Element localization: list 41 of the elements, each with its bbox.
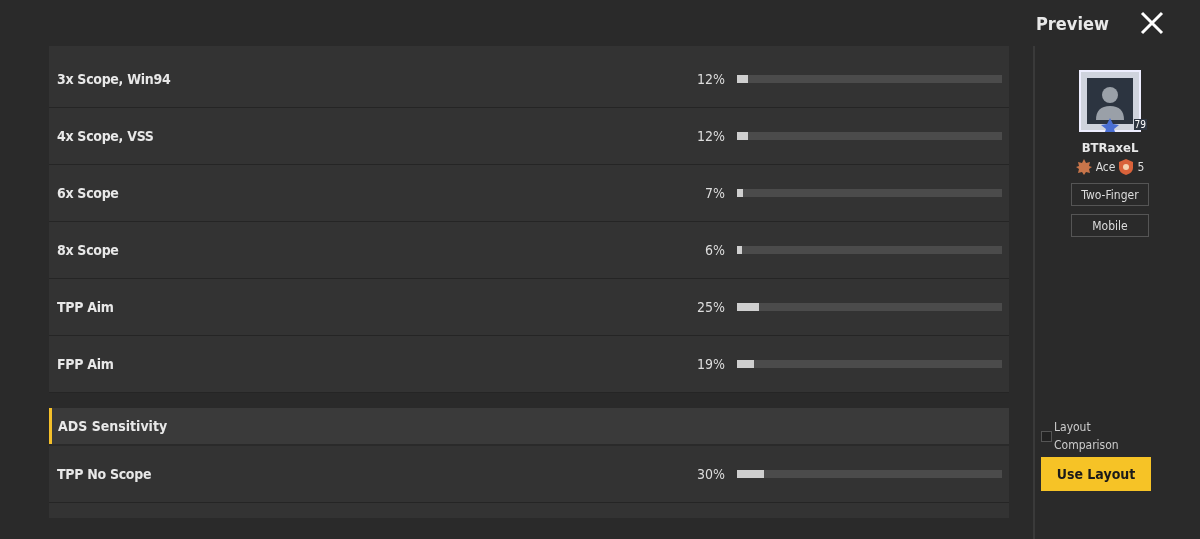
slider-track[interactable] — [737, 246, 1002, 254]
panel-title: Preview — [1036, 12, 1109, 34]
slider-track[interactable] — [737, 303, 1002, 311]
player-name: BTRaxeL — [1081, 140, 1139, 155]
slider-fill[interactable] — [737, 470, 764, 478]
use-layout-button[interactable]: Use Layout — [1041, 457, 1151, 491]
slider-track[interactable] — [737, 75, 1002, 83]
slider-fill[interactable] — [737, 303, 759, 311]
slider-track[interactable] — [737, 132, 1002, 140]
level-label: 79 — [1133, 119, 1147, 130]
rank-icon — [1075, 159, 1092, 175]
percent-value: 7% — [704, 185, 725, 201]
slider-track[interactable] — [737, 360, 1002, 368]
checkbox[interactable] — [1041, 430, 1052, 442]
slider-fill[interactable] — [737, 360, 754, 368]
slider-fill[interactable] — [737, 246, 743, 254]
setting-label: 4x Scope, VSS — [57, 128, 155, 144]
tier-name: Ace — [1095, 160, 1116, 174]
setting-label: TPP No Scope — [57, 466, 153, 482]
tag-label: Two-Finger — [1071, 183, 1149, 206]
section-header: ADS Sensitivity — [49, 408, 1009, 444]
shield-icon — [1119, 159, 1134, 175]
tag-label: Mobile — [1071, 214, 1149, 237]
percent-value: 12% — [696, 128, 725, 144]
percent-value: 6% — [704, 242, 725, 258]
slider-fill[interactable] — [737, 75, 748, 83]
slider-track[interactable] — [737, 189, 1002, 197]
setting-label: 6x Scope — [57, 185, 120, 201]
slider-fill[interactable] — [737, 189, 744, 197]
setting-label: TPP Aim — [57, 299, 115, 315]
slider-track[interactable] — [737, 470, 1002, 478]
setting-label: 3x Scope, Win94 — [57, 71, 172, 87]
percent-value: 25% — [696, 299, 725, 315]
tier-level: 5 — [1137, 160, 1145, 174]
percent-value: 12% — [696, 71, 725, 87]
checkbox-label: Layout Comparison — [1054, 419, 1120, 454]
setting-label: FPP Aim — [57, 356, 115, 372]
setting-label: 8x Scope — [57, 242, 120, 258]
slider-fill[interactable] — [737, 132, 748, 140]
percent-value: 19% — [696, 356, 725, 372]
percent-value: 30% — [696, 466, 725, 482]
